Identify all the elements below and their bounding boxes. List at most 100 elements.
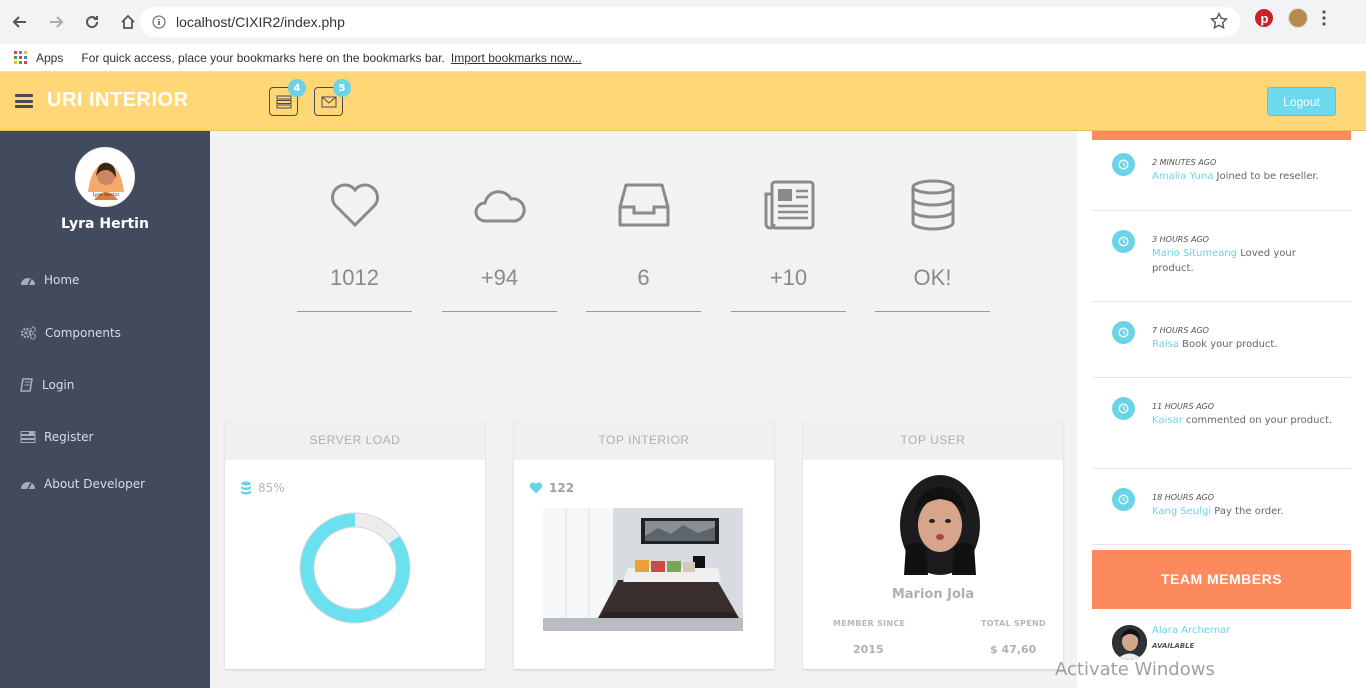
bookmarks-bar: Apps For quick access, place your bookma… <box>0 44 1366 72</box>
avatar-caption: lyra hertin <box>93 192 120 198</box>
apps-shortcut[interactable]: Apps <box>14 50 63 65</box>
sidebar-item-register[interactable]: Register <box>20 430 93 444</box>
main-content: 1012 +94 6 +10 OK! SERVER LOAD 85% TOP I… <box>210 131 1077 688</box>
panel-title: TOP INTERIOR <box>514 420 774 460</box>
newspaper-icon <box>764 180 814 230</box>
app-header: URI INTERIOR 4 5 Logout <box>0 72 1366 131</box>
stat-value: +10 <box>769 265 808 290</box>
feed-time: 11 HOURS AGO <box>1152 402 1215 411</box>
feed-user-link[interactable]: Kang Seulgi <box>1152 506 1211 517</box>
panel-title: TOP USER <box>803 420 1063 460</box>
feed-item: 18 HOURS AGO Kang Seulgi Pay the order. <box>1092 469 1351 545</box>
top-user-avatar[interactable] <box>900 475 980 575</box>
sidebar-item-label: Login <box>42 378 75 392</box>
top-user-name: Marion Jola <box>891 587 975 602</box>
feed-item: 3 HOURS AGO Mario Situmeang Loved your p… <box>1092 211 1351 302</box>
top-user-panel: TOP USER Marion Jola MEMBER SINCE TOTAL … <box>803 420 1063 669</box>
heart-icon <box>330 183 379 228</box>
stat-inbox: 6 <box>586 179 701 312</box>
top-interior-panel: TOP INTERIOR 122 <box>514 420 774 669</box>
feed-user-link[interactable]: Kaisar <box>1152 415 1183 426</box>
dashboard-icon <box>21 482 35 490</box>
feed-item: 11 HOURS AGO Kaisar commented on your pr… <box>1092 378 1351 469</box>
feed-user-link[interactable]: Raisa <box>1152 339 1179 350</box>
clock-icon <box>1112 321 1135 344</box>
clock-icon <box>1112 153 1135 176</box>
database-icon <box>241 481 251 495</box>
import-bookmarks-link[interactable]: Import bookmarks now... <box>451 51 582 65</box>
book-icon <box>20 378 33 392</box>
stat-likes: 1012 <box>297 179 412 312</box>
sidebar-item-components[interactable]: Components <box>20 326 121 340</box>
profile-name: Lyra Hertin <box>61 216 149 232</box>
total-spend-value: $ 47,60 <box>990 643 1037 656</box>
menu-toggle-icon[interactable] <box>15 94 33 108</box>
tasks-badge: 4 <box>288 79 306 97</box>
stat-cloud: +94 <box>442 179 557 312</box>
bookmarks-hint: For quick access, place your bookmarks h… <box>81 50 445 65</box>
sidebar: lyra hertin Lyra Hertin Home Components … <box>0 131 210 688</box>
activity-panel: 2 MINUTES AGO Amalia Yuna Joined to be r… <box>1077 131 1366 688</box>
member-since-value: 2015 <box>853 643 884 656</box>
profile-avatar-large[interactable]: lyra hertin <box>75 147 135 207</box>
feed-user-link[interactable]: Mario Situmeang <box>1152 248 1237 259</box>
url-text: localhost/CIXIR2/index.php <box>176 14 345 30</box>
home-icon <box>121 14 135 29</box>
sidebar-item-home[interactable]: Home <box>20 273 79 287</box>
tasks-button[interactable]: 4 <box>269 79 306 116</box>
sidebar-item-label: Register <box>44 430 94 444</box>
logout-button[interactable]: Logout <box>1267 87 1336 116</box>
cloud-icon <box>474 190 526 223</box>
inbox-icon <box>618 183 669 227</box>
bookmark-star-icon[interactable] <box>1210 12 1228 30</box>
stat-news: +10 <box>731 179 846 312</box>
profile-avatar[interactable] <box>1288 8 1308 28</box>
sidebar-item-label: Home <box>44 273 80 287</box>
brand-logo[interactable]: URI INTERIOR <box>47 89 189 112</box>
member-name-link[interactable]: Alara Archernar <box>1152 625 1230 636</box>
apps-grid-icon <box>14 50 27 64</box>
like-count: 122 <box>549 481 575 495</box>
stat-value: OK! <box>913 265 952 290</box>
back-arrow-icon <box>12 16 26 28</box>
bedroom-image[interactable] <box>543 508 743 631</box>
feed-item: 2 MINUTES AGO Amalia Yuna Joined to be r… <box>1092 140 1351 211</box>
envelope-icon <box>321 96 336 107</box>
stat-value: 6 <box>637 265 650 290</box>
mail-button[interactable]: 5 <box>314 79 351 116</box>
stat-database: OK! <box>875 179 990 312</box>
member-avatar[interactable] <box>1112 625 1147 660</box>
server-load-panel: SERVER LOAD 85% <box>225 420 485 669</box>
feed-time: 2 MINUTES AGO <box>1152 158 1217 167</box>
feed-time: 18 HOURS AGO <box>1152 493 1215 502</box>
pinterest-icon[interactable]: p <box>1254 8 1274 28</box>
feed-user-link[interactable]: Amalia Yuna <box>1152 171 1213 182</box>
address-bar[interactable]: localhost/CIXIR2/index.php <box>140 7 1240 37</box>
feed-action: commented on your product. <box>1182 415 1333 426</box>
sidebar-item-login[interactable]: Login <box>20 378 74 392</box>
browser-toolbar: localhost/CIXIR2/index.php p <box>0 0 1366 44</box>
reload-button[interactable] <box>76 6 108 38</box>
stat-value: +94 <box>480 265 519 290</box>
panel-title: SERVER LOAD <box>225 420 485 460</box>
back-button[interactable] <box>4 6 36 38</box>
forward-button[interactable] <box>40 6 72 38</box>
mail-badge: 5 <box>333 79 351 97</box>
reload-icon <box>86 16 99 29</box>
sidebar-item-label: About Developer <box>44 477 146 491</box>
clock-icon <box>1112 397 1135 420</box>
info-icon <box>152 15 166 29</box>
feed-action: Pay the order. <box>1211 506 1284 517</box>
sidebar-item-about-developer[interactable]: About Developer <box>20 477 145 491</box>
activate-windows-watermark: Activate Windows <box>1055 659 1215 680</box>
clock-icon <box>1112 488 1135 511</box>
server-load-donut <box>299 512 411 624</box>
clock-icon <box>1112 230 1135 253</box>
server-load-percent: 85% <box>258 481 285 495</box>
heart-icon <box>529 482 543 494</box>
dashboard-icon <box>21 278 35 286</box>
menu-dots-icon[interactable] <box>1322 10 1326 26</box>
activity-header-bar <box>1092 131 1351 140</box>
stat-value: 1012 <box>330 265 379 290</box>
svg-text:p: p <box>1261 11 1269 26</box>
